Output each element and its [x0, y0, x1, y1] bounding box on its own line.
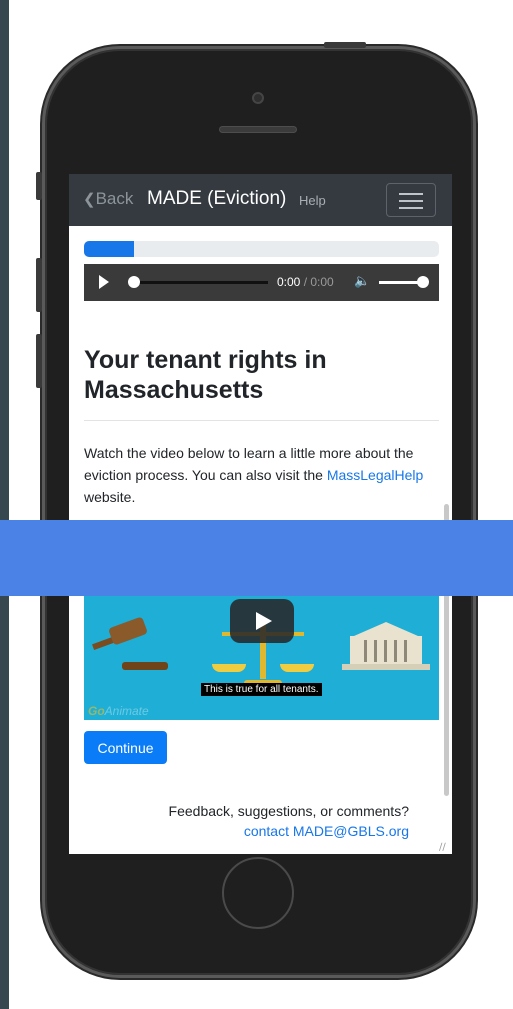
- audio-player: 0:00 / 0:00 🔈: [84, 264, 439, 301]
- contact-link[interactable]: contact MADE@GBLS.org: [244, 823, 409, 839]
- courthouse-steps: [342, 664, 430, 670]
- continue-button[interactable]: Continue: [84, 731, 167, 764]
- navbar: ❮Back MADE (Eviction) Help: [69, 174, 452, 226]
- video-play-icon[interactable]: [230, 599, 294, 643]
- feedback-section: Feedback, suggestions, or comments? cont…: [69, 801, 409, 841]
- audio-seek-knob[interactable]: [128, 276, 140, 288]
- help-link[interactable]: Help: [299, 193, 326, 208]
- courthouse-column: [364, 640, 367, 662]
- phone-camera: [252, 92, 264, 104]
- feedback-text: Feedback, suggestions, or comments?: [168, 803, 409, 819]
- phone-speaker: [219, 126, 297, 133]
- audio-duration: / 0:00: [303, 275, 334, 289]
- courthouse-column: [384, 640, 387, 662]
- volume-icon[interactable]: 🔈: [354, 274, 370, 289]
- volume-track[interactable]: [379, 281, 422, 284]
- phone-mute-switch: [36, 172, 42, 200]
- gavel-head: [108, 616, 148, 646]
- back-link[interactable]: ❮Back: [83, 189, 133, 209]
- back-label: Back: [95, 189, 134, 208]
- masslegalhelp-link[interactable]: MassLegalHelp: [327, 467, 424, 483]
- chevron-left-icon: ❮: [83, 191, 96, 208]
- page-title: Your tenant rights in Massachusetts: [84, 346, 327, 404]
- scales-pan-left: [212, 664, 246, 672]
- intro-text-end: website.: [84, 489, 136, 505]
- progress-fill: [84, 241, 134, 257]
- phone-volume-up: [36, 258, 42, 312]
- hamburger-icon-bar: [399, 207, 423, 209]
- audio-time: 0:00 / 0:00: [277, 275, 334, 289]
- volume-knob[interactable]: [417, 276, 429, 288]
- progress-bar: [84, 241, 439, 257]
- left-edge-strip: [0, 0, 9, 1009]
- phone-screen: ❮Back MADE (Eviction) Help 0:00 / 0:00 🔈…: [69, 174, 452, 854]
- divider: [84, 420, 439, 421]
- phone-power-button: [324, 42, 366, 48]
- gavel-block: [122, 662, 168, 670]
- courthouse-column: [374, 640, 377, 662]
- courthouse-column: [404, 640, 407, 662]
- phone-home-button[interactable]: [222, 857, 294, 929]
- audio-current-time: 0:00: [277, 275, 301, 289]
- play-icon[interactable]: [99, 275, 109, 289]
- resize-handle-icon[interactable]: ∕∕: [439, 842, 446, 853]
- goanimate-watermark: GoAnimate: [88, 704, 149, 718]
- hamburger-icon-bar: [399, 200, 423, 202]
- phone-volume-down: [36, 334, 42, 388]
- courthouse-illustration: [354, 622, 418, 636]
- video-caption: This is true for all tenants.: [201, 683, 322, 696]
- audio-seek-track[interactable]: [132, 281, 268, 284]
- app-title[interactable]: MADE (Eviction): [147, 188, 286, 210]
- intro-paragraph: Watch the video below to learn a little …: [84, 442, 446, 508]
- courthouse-column: [394, 640, 397, 662]
- menu-toggle-button[interactable]: [386, 183, 436, 217]
- hamburger-icon: [399, 193, 423, 195]
- scales-pan-right: [280, 664, 314, 672]
- overlay-banner: [0, 520, 513, 596]
- video-embed[interactable]: This is true for all tenants. GoAnimate: [84, 594, 439, 720]
